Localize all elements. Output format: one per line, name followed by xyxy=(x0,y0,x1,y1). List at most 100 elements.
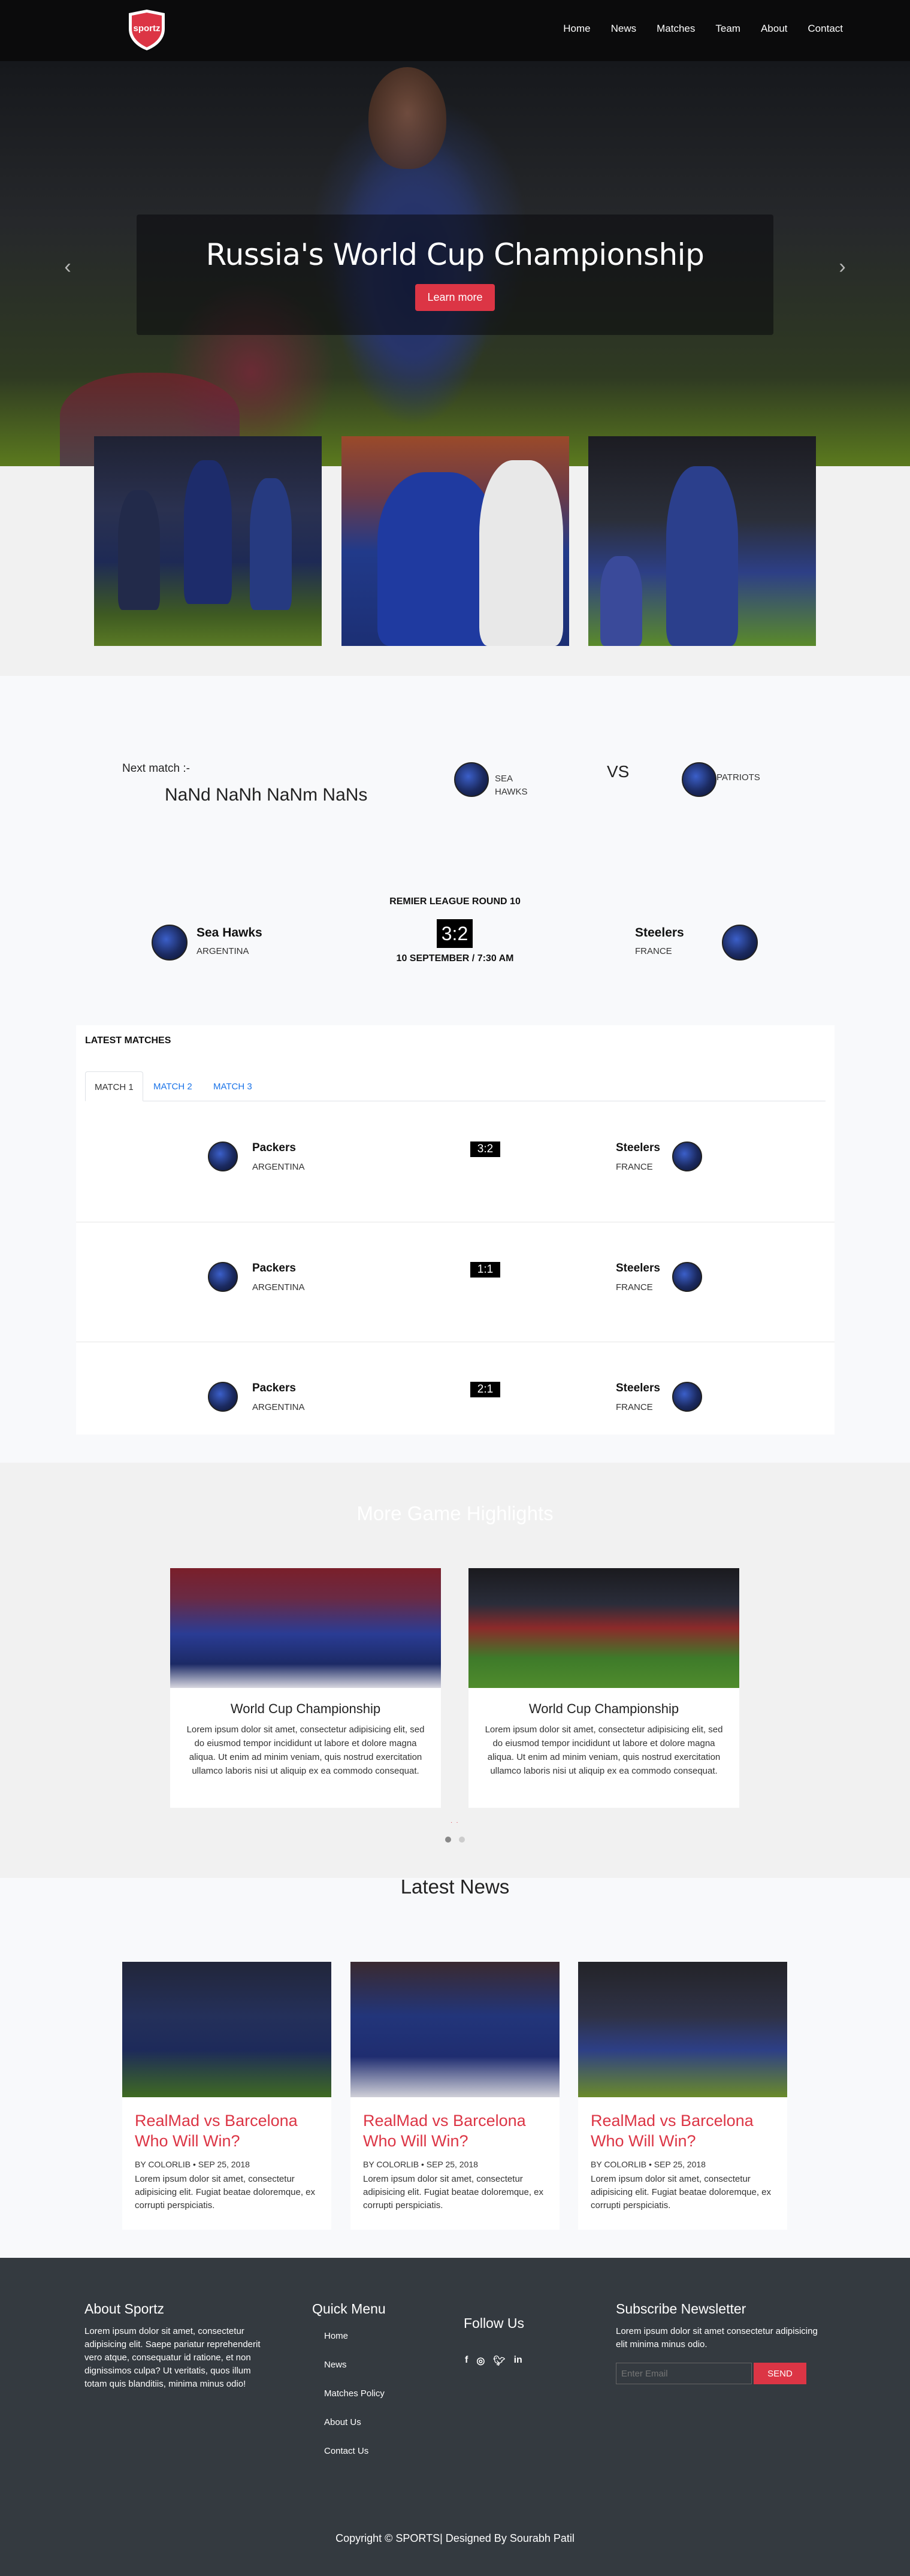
match-team2-name: Steelers xyxy=(616,1141,660,1154)
newsletter-send-button[interactable]: SEND xyxy=(754,2363,806,2384)
patriots-logo xyxy=(682,762,716,797)
league-title: REMIER LEAGUE ROUND 10 xyxy=(389,896,521,907)
nav-about[interactable]: About xyxy=(761,23,787,35)
news-card[interactable]: RealMad vs Barcelona Who Will Win? BY CO… xyxy=(350,1962,560,2230)
match-team1-country: ARGENTINA xyxy=(252,1282,305,1292)
packers-logo xyxy=(208,1141,238,1171)
highlights-section: More Game Highlights World Cup Champions… xyxy=(0,1463,910,1878)
match-team2-name: Steelers xyxy=(616,1262,660,1275)
newsletter-email-input[interactable] xyxy=(616,2363,752,2384)
learn-more-button[interactable]: Learn more xyxy=(415,284,495,311)
carousel-marker: ·· xyxy=(451,1819,462,1826)
match-team1-name: Packers xyxy=(252,1262,296,1275)
carousel-next-icon[interactable]: › xyxy=(833,249,851,285)
sportz-logo[interactable]: sportz xyxy=(123,8,171,52)
footer-menu-title: Quick Menu xyxy=(312,2301,386,2317)
latest-matches-title: LATEST MATCHES xyxy=(85,1035,171,1046)
next-match-label: Next match :- xyxy=(122,762,190,775)
carousel-dot-1[interactable] xyxy=(445,1837,452,1843)
copyright: Copyright © SPORTS| Designed By Sourabh … xyxy=(335,2532,575,2544)
footer-link-about[interactable]: About Us xyxy=(324,2417,385,2427)
carousel-prev-icon[interactable]: ‹ xyxy=(59,249,77,285)
highlight-card-text: Lorem ipsum dolor sit amet, consectetur … xyxy=(485,1725,723,1776)
linkedin-icon[interactable]: in xyxy=(514,2355,522,2367)
highlight-card-text: Lorem ipsum dolor sit amet, consectetur … xyxy=(186,1725,425,1776)
facebook-icon[interactable]: f xyxy=(465,2355,468,2367)
carousel-dot-2[interactable] xyxy=(458,1837,465,1843)
match-team1-name: Packers xyxy=(252,1141,296,1154)
footer-link-home[interactable]: Home xyxy=(324,2331,385,2341)
twitter-icon[interactable]: 🐦︎ xyxy=(493,2355,505,2367)
news-card[interactable]: RealMad vs Barcelona Who Will Win? BY CO… xyxy=(578,1962,787,2230)
news-meta: BY COLORLIB • SEP 25, 2018 xyxy=(591,2160,706,2169)
league-date: 10 SEPTEMBER / 7:30 AM xyxy=(396,953,514,964)
next-match-countdown: NaNd NaNh NaNm NaNs xyxy=(165,785,368,805)
social-links: f ◎ 🐦︎ in xyxy=(465,2355,522,2367)
nav-news[interactable]: News xyxy=(611,23,637,35)
news-excerpt: Lorem ipsum dolor sit amet, consectetur … xyxy=(591,2174,772,2210)
news-card[interactable]: RealMad vs Barcelona Who Will Win? BY CO… xyxy=(122,1962,331,2230)
footer-newsletter-title: Subscribe Newsletter xyxy=(616,2301,746,2317)
match-score: 1:1 xyxy=(470,1262,500,1278)
gallery-image-3[interactable] xyxy=(588,436,816,646)
match-team1-country: ARGENTINA xyxy=(252,1162,305,1172)
latest-matches-panel: LATEST MATCHES MATCH 1 MATCH 2 MATCH 3 P… xyxy=(76,1025,835,1435)
steelers-logo xyxy=(672,1262,702,1292)
news-image xyxy=(350,1962,560,2097)
latest-news-title: Latest News xyxy=(400,1876,510,1898)
match-tabs: MATCH 1 MATCH 2 MATCH 3 xyxy=(85,1071,826,1101)
match-row: Packers ARGENTINA 3:2 Steelers FRANCE xyxy=(76,1102,835,1222)
footer-link-matches-policy[interactable]: Matches Policy xyxy=(324,2388,385,2399)
seahawks-logo xyxy=(454,762,489,797)
league-team1-name: Sea Hawks xyxy=(196,926,262,940)
footer: About Sportz Lorem ipsum dolor sit amet,… xyxy=(0,2258,910,2576)
next-team1-name: SEA HAWKS xyxy=(495,774,528,797)
steelers-logo xyxy=(672,1382,702,1412)
league-team2-logo xyxy=(722,925,758,961)
nav-matches[interactable]: Matches xyxy=(657,23,695,35)
footer-link-contact[interactable]: Contact Us xyxy=(324,2446,385,2456)
tab-match-2[interactable]: MATCH 2 xyxy=(144,1071,201,1101)
match-team2-country: FRANCE xyxy=(616,1282,653,1292)
news-excerpt: Lorem ipsum dolor sit amet, consectetur … xyxy=(363,2174,544,2210)
news-headline[interactable]: RealMad vs Barcelona Who Will Win? xyxy=(591,2110,775,2151)
hero-player-head xyxy=(368,67,446,169)
vs-label: VS xyxy=(607,762,630,781)
footer-menu: Home News Matches Policy About Us Contac… xyxy=(324,2331,385,2475)
match-team2-country: FRANCE xyxy=(616,1402,653,1412)
news-image xyxy=(578,1962,787,2097)
instagram-icon[interactable]: ◎ xyxy=(476,2355,485,2367)
hero-caption: Russia's World Cup Championship Learn mo… xyxy=(137,215,773,335)
highlight-card-title: World Cup Championship xyxy=(230,1701,381,1716)
highlight-card-title: World Cup Championship xyxy=(528,1701,679,1716)
packers-logo xyxy=(208,1382,238,1412)
tab-match-1[interactable]: MATCH 1 xyxy=(85,1071,143,1101)
highlights-title: More Game Highlights xyxy=(356,1502,554,1524)
match-team1-country: ARGENTINA xyxy=(252,1402,305,1412)
hero-title: Russia's World Cup Championship xyxy=(205,237,705,272)
match-team2-name: Steelers xyxy=(616,1382,660,1394)
nav-contact[interactable]: Contact xyxy=(808,23,843,35)
news-meta: BY COLORLIB • SEP 25, 2018 xyxy=(363,2160,478,2169)
gallery-image-1[interactable] xyxy=(94,436,322,646)
highlight-image xyxy=(468,1568,739,1688)
footer-about-text: Lorem ipsum dolor sit amet, consectetur … xyxy=(84,2326,261,2389)
nav-team[interactable]: Team xyxy=(715,23,740,35)
tab-match-3[interactable]: MATCH 3 xyxy=(204,1071,261,1101)
league-team2-name: Steelers xyxy=(635,926,684,940)
footer-link-news[interactable]: News xyxy=(324,2360,385,2370)
match-team1-name: Packers xyxy=(252,1382,296,1394)
news-headline[interactable]: RealMad vs Barcelona Who Will Win? xyxy=(135,2110,319,2151)
footer-newsletter-text: Lorem ipsum dolor sit amet consectetur a… xyxy=(616,2326,818,2349)
match-team2-country: FRANCE xyxy=(616,1162,653,1172)
news-excerpt: Lorem ipsum dolor sit amet, consectetur … xyxy=(135,2174,316,2210)
page: sportz Home News Matches Team About Cont… xyxy=(0,0,910,2576)
highlight-card[interactable]: World Cup Championship Lorem ipsum dolor… xyxy=(468,1568,739,1808)
nav-home[interactable]: Home xyxy=(563,23,590,35)
carousel-dots xyxy=(0,1835,910,1846)
match-row: Packers ARGENTINA 1:1 Steelers FRANCE xyxy=(76,1222,835,1342)
news-headline[interactable]: RealMad vs Barcelona Who Will Win? xyxy=(363,2110,547,2151)
highlight-card[interactable]: World Cup Championship Lorem ipsum dolor… xyxy=(170,1568,441,1808)
league-team2-country: FRANCE xyxy=(635,946,672,956)
gallery-image-2[interactable] xyxy=(341,436,569,646)
